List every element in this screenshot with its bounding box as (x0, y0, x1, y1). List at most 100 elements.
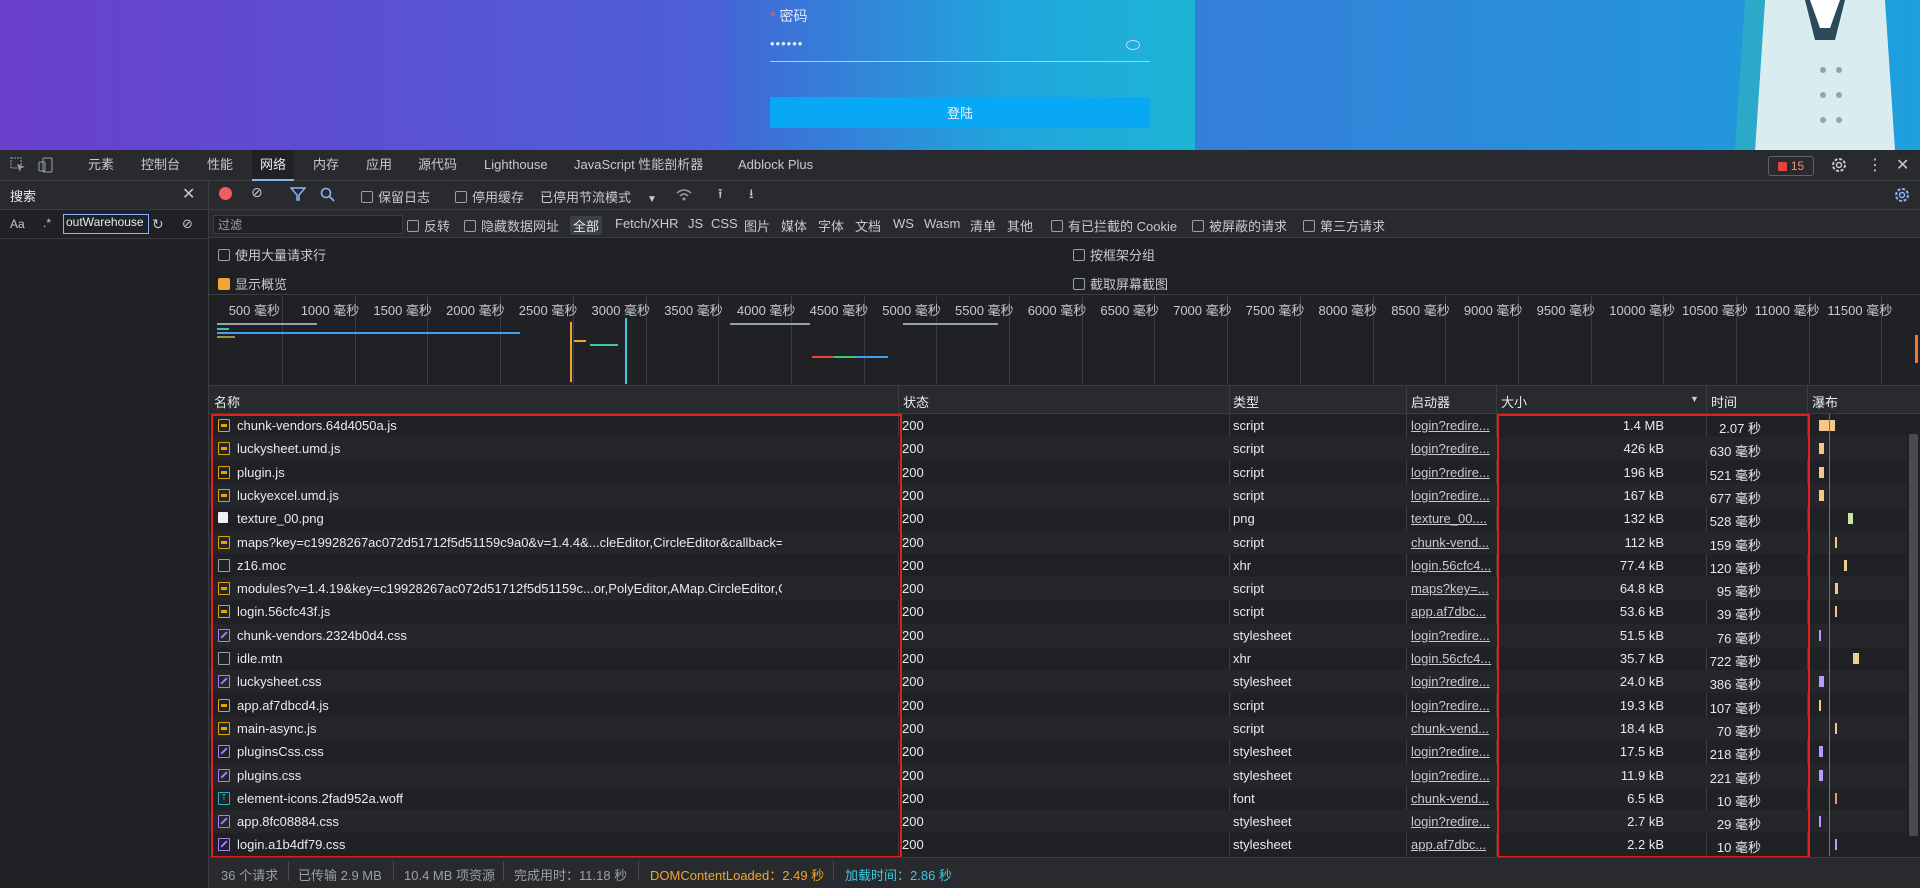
cell-type: stylesheet (1233, 744, 1292, 760)
preserve-log-checkbox[interactable]: 保留日志 (361, 187, 430, 206)
filter-type-other[interactable]: 其他 (1007, 216, 1033, 235)
disable-cache-checkbox[interactable]: 停用缓存 (455, 187, 524, 206)
cell-type: script (1233, 534, 1265, 550)
column-status[interactable]: 状态 (903, 392, 929, 411)
column-initiator[interactable]: 启动器 (1411, 392, 1450, 411)
search-tab[interactable]: 搜索 (10, 186, 36, 205)
transferred-size: 已传输 2.9 MB (298, 868, 382, 883)
filter-type-font[interactable]: 字体 (818, 216, 844, 235)
cell-initiator[interactable]: login?redire... (1411, 768, 1495, 783)
scrollbar-thumb[interactable] (1909, 434, 1918, 836)
clear-log-icon[interactable]: ⊘ (251, 184, 263, 201)
network-settings-gear-icon[interactable] (1894, 187, 1910, 203)
filter-type-all[interactable]: 全部 (570, 216, 603, 235)
cell-initiator[interactable]: login?redire... (1411, 744, 1495, 759)
close-search-icon[interactable]: ✕ (182, 184, 195, 204)
cell-initiator[interactable]: chunk-vend... (1411, 791, 1495, 806)
throttling-select[interactable]: 已停用节流模式 ▼ (540, 187, 657, 206)
tab-console[interactable]: 控制台 (141, 150, 180, 180)
inspect-element-icon[interactable] (10, 157, 26, 173)
filter-type-img[interactable]: 图片 (744, 216, 770, 235)
tab-adblock-plus[interactable]: Adblock Plus (738, 150, 813, 180)
cell-type: script (1233, 441, 1265, 457)
tab-js-profiler[interactable]: JavaScript 性能剖析器 (574, 150, 703, 180)
close-devtools-icon[interactable]: ✕ (1896, 155, 1909, 175)
cell-initiator[interactable]: login?redire... (1411, 488, 1495, 503)
search-icon[interactable] (320, 187, 335, 202)
import-har-icon[interactable]: ⭱ (718, 185, 723, 207)
tab-memory[interactable]: 内存 (313, 150, 339, 180)
capture-screenshots-checkbox[interactable]: 截取屏幕截图 (1073, 274, 1168, 293)
search-panel (0, 181, 209, 887)
cell-initiator[interactable]: texture_00.... (1411, 511, 1495, 526)
settings-gear-icon[interactable] (1831, 157, 1847, 173)
network-conditions-icon[interactable] (675, 187, 693, 201)
cell-initiator[interactable]: login?redire... (1411, 674, 1495, 689)
cell-initiator[interactable]: login?redire... (1411, 465, 1495, 480)
cell-initiator[interactable]: maps?key=... (1411, 581, 1495, 596)
cell-initiator[interactable]: login?redire... (1411, 441, 1495, 456)
search-input[interactable]: outWarehouse (63, 214, 149, 234)
filter-type-js[interactable]: JS (688, 216, 703, 231)
record-button[interactable] (219, 187, 232, 200)
filter-type-xhr[interactable]: Fetch/XHR (615, 216, 679, 231)
character-illustration (1735, 0, 1895, 150)
tab-sources[interactable]: 源代码 (418, 150, 457, 180)
third-party-checkbox[interactable]: 第三方请求 (1303, 216, 1385, 235)
cell-initiator[interactable]: login?redire... (1411, 814, 1495, 829)
filter-type-doc[interactable]: 文档 (855, 216, 881, 235)
overview-tick-label: 1000 毫秒 (300, 303, 360, 318)
show-overview-checkbox[interactable]: 显示概览 (218, 274, 287, 293)
column-time[interactable]: 时间 (1711, 392, 1737, 411)
filter-type-manifest[interactable]: 清单 (970, 216, 996, 235)
more-options-icon[interactable]: ⋮ (1867, 155, 1883, 175)
clear-search-icon[interactable]: ⊘ (182, 216, 193, 232)
login-button[interactable]: 登陆 (770, 97, 1150, 128)
filter-type-css[interactable]: CSS (711, 216, 738, 231)
cell-initiator[interactable]: app.af7dbc... (1411, 837, 1495, 852)
refresh-icon[interactable]: ↻ (152, 216, 164, 233)
cell-initiator[interactable]: chunk-vend... (1411, 721, 1495, 736)
filter-type-ws[interactable]: WS (893, 216, 914, 231)
cell-initiator[interactable]: login?redire... (1411, 698, 1495, 713)
tab-elements[interactable]: 元素 (88, 150, 114, 180)
cell-initiator[interactable]: app.af7dbc... (1411, 604, 1495, 619)
cell-initiator[interactable]: login?redire... (1411, 418, 1495, 433)
filter-type-wasm[interactable]: Wasm (924, 216, 960, 231)
eye-icon[interactable] (1126, 40, 1140, 50)
big-request-rows-checkbox[interactable]: 使用大量请求行 (218, 245, 326, 264)
column-waterfall[interactable]: 瀑布 (1812, 392, 1838, 411)
filter-type-media[interactable]: 媒体 (781, 216, 807, 235)
export-har-icon[interactable]: ⭳ (749, 185, 754, 207)
dom-content-loaded-time: DOMContentLoaded：2.49 秒 (650, 868, 825, 883)
group-by-frame-checkbox[interactable]: 按框架分组 (1073, 245, 1155, 264)
column-name[interactable]: 名称 (214, 392, 240, 411)
tab-network[interactable]: 网络 (252, 150, 295, 181)
overview-tick-label: 11000 毫秒 (1754, 303, 1820, 318)
waterfall-bar (1835, 722, 1837, 734)
invert-checkbox[interactable]: 反转 (407, 216, 450, 235)
regex-button[interactable]: .* (43, 216, 51, 230)
blocked-requests-checkbox[interactable]: 被屏蔽的请求 (1192, 216, 1287, 235)
hide-data-urls-checkbox[interactable]: 隐藏数据网址 (464, 216, 559, 235)
column-type[interactable]: 类型 (1233, 392, 1259, 411)
cell-initiator[interactable]: login?redire... (1411, 628, 1495, 643)
filter-icon[interactable] (290, 187, 306, 201)
tab-performance[interactable]: 性能 (207, 150, 233, 180)
overview-tick-label: 8000 毫秒 (1318, 303, 1378, 318)
match-case-button[interactable]: Aa (10, 217, 25, 231)
tab-lighthouse[interactable]: Lighthouse (484, 150, 548, 180)
overview-tick-label: 10500 毫秒 (1682, 303, 1748, 318)
cell-initiator[interactable]: login.56cfc4... (1411, 558, 1495, 573)
issues-badge[interactable]: 15 (1768, 156, 1814, 176)
tab-application[interactable]: 应用 (366, 150, 392, 180)
cell-initiator[interactable]: login.56cfc4... (1411, 651, 1495, 666)
overview-tick-label: 9000 毫秒 (1463, 303, 1523, 318)
column-size[interactable]: 大小 (1501, 392, 1527, 411)
big-request-rows-label: 使用大量请求行 (235, 248, 327, 263)
filter-input[interactable]: 过滤 (213, 215, 403, 234)
blocked-cookies-checkbox[interactable]: 有已拦截的 Cookie (1051, 216, 1177, 235)
cell-initiator[interactable]: chunk-vend... (1411, 535, 1495, 550)
password-input[interactable]: •••••• (770, 36, 803, 51)
device-toolbar-icon[interactable] (38, 157, 54, 173)
